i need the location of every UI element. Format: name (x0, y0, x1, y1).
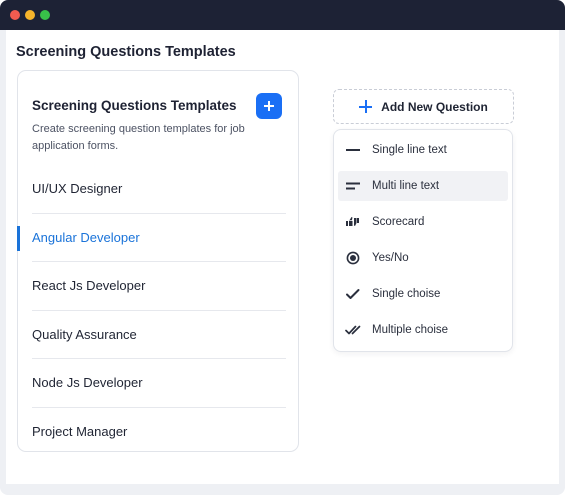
add-new-question-label: Add New Question (381, 99, 488, 114)
add-new-question-button[interactable]: Add New Question (333, 89, 514, 124)
template-item-quality-assurance[interactable]: Quality Assurance (32, 311, 286, 359)
templates-card: Screening Questions Templates Create scr… (17, 70, 299, 452)
menu-item-single-choise[interactable]: Single choise (338, 279, 508, 309)
template-item-label: React Js Developer (32, 278, 146, 294)
card-description: Create screening question templates for … (32, 123, 245, 152)
menu-item-multi-line-text[interactable]: Multi line text (338, 171, 508, 201)
menu-item-scorecard[interactable]: Scorecard (338, 207, 508, 237)
template-item-label: Angular Developer (32, 229, 140, 245)
main-content: Screening Questions Templates Screening … (6, 30, 559, 484)
menu-item-yes-no[interactable]: Yes/No (338, 243, 508, 273)
template-item-uiux-designer[interactable]: UI/UX Designer (32, 165, 286, 214)
close-window-button[interactable] (10, 10, 20, 20)
app-window: Screening Questions Templates Screening … (0, 0, 565, 495)
plus-icon (359, 100, 373, 113)
template-list: UI/UX Designer Angular Developer React J… (17, 165, 298, 457)
menu-item-single-line-text[interactable]: Single line text (338, 135, 508, 165)
template-item-node-js-developer[interactable]: Node Js Developer (32, 359, 286, 408)
title-bar (0, 0, 565, 30)
radio-icon (345, 251, 361, 265)
menu-item-label: Multiple choise (372, 324, 449, 336)
card-title: Screening Questions Templates (32, 98, 237, 113)
multi-line-icon (345, 179, 361, 193)
check-icon (345, 287, 361, 301)
menu-item-multiple-choise[interactable]: Multiple choise (338, 315, 508, 345)
add-template-button[interactable] (256, 93, 282, 119)
thumbs-icon (345, 215, 361, 229)
single-line-icon (345, 143, 361, 157)
menu-item-label: Yes/No (372, 252, 409, 264)
menu-item-label: Scorecard (372, 216, 425, 228)
question-type-menu: Single line text Multi line text Scoreca… (333, 129, 513, 352)
template-item-label: Quality Assurance (32, 326, 137, 342)
template-item-project-manager[interactable]: Project Manager (32, 408, 286, 457)
template-item-label: UI/UX Designer (32, 181, 123, 197)
menu-item-label: Single line text (372, 144, 447, 156)
double-check-icon (345, 323, 361, 337)
menu-item-label: Single choise (372, 288, 441, 300)
template-item-label: Project Manager (32, 424, 128, 440)
minimize-window-button[interactable] (25, 10, 35, 20)
template-item-react-js-developer[interactable]: React Js Developer (32, 262, 286, 311)
menu-item-label: Multi line text (372, 180, 440, 192)
template-item-angular-developer[interactable]: Angular Developer (17, 214, 286, 262)
maximize-window-button[interactable] (40, 10, 50, 20)
page-title: Screening Questions Templates (16, 44, 236, 60)
template-item-label: Node Js Developer (32, 375, 143, 391)
